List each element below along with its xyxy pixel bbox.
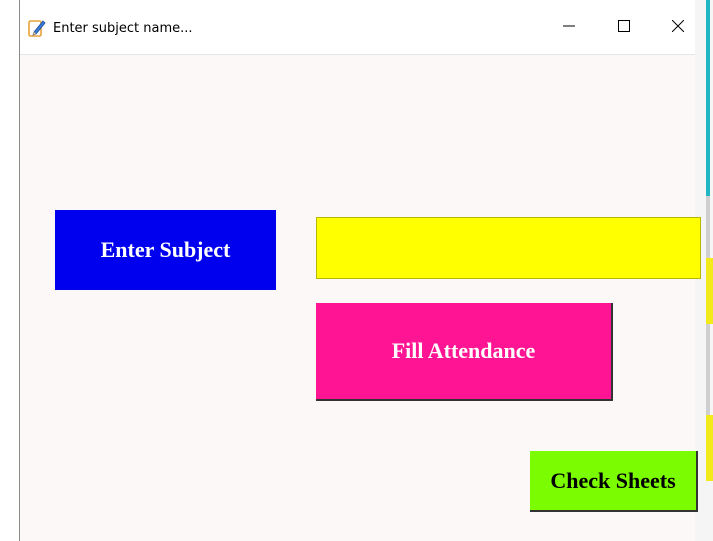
background-accent-yellow bbox=[706, 415, 713, 481]
subject-input[interactable] bbox=[316, 217, 701, 279]
close-button[interactable] bbox=[658, 8, 698, 48]
close-icon bbox=[671, 19, 685, 37]
minimize-icon bbox=[563, 19, 575, 37]
minimize-button[interactable] bbox=[549, 8, 589, 48]
edit-note-icon bbox=[28, 18, 46, 38]
title-bar[interactable]: Enter subject name... bbox=[20, 0, 695, 55]
check-sheets-button[interactable]: Check Sheets bbox=[530, 451, 698, 512]
app-window: Enter subject name... Enter Subject Fill… bbox=[19, 0, 701, 541]
background-accent-yellow bbox=[706, 258, 713, 324]
maximize-icon bbox=[618, 19, 630, 37]
enter-subject-button[interactable]: Enter Subject bbox=[55, 210, 276, 290]
maximize-button[interactable] bbox=[604, 8, 644, 48]
fill-attendance-button[interactable]: Fill Attendance bbox=[316, 303, 613, 401]
background-accent-teal bbox=[706, 0, 710, 196]
window-title: Enter subject name... bbox=[53, 21, 193, 36]
